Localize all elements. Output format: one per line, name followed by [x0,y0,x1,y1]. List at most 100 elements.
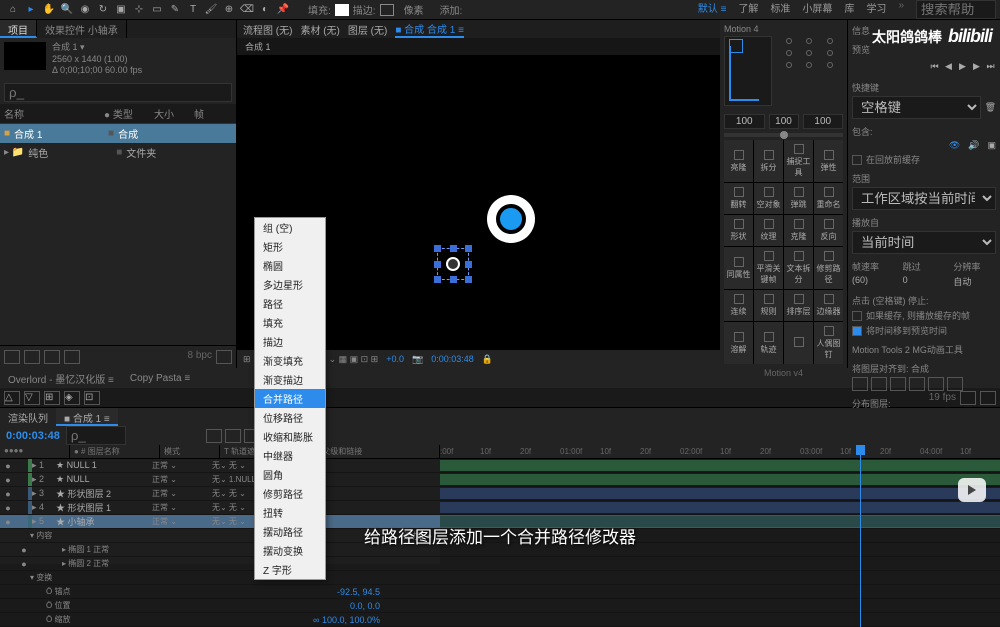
ctx-item-12[interactable]: 中继器 [255,446,325,465]
first-frame-icon[interactable]: ⏮ [929,61,940,72]
align-hcenter-icon[interactable] [871,377,887,391]
selection-box[interactable] [437,248,469,280]
audio-icon[interactable]: 🔊 [968,140,979,151]
mini-play-button[interactable] [958,478,986,502]
ctx-item-17[interactable]: 摆动变换 [255,541,325,560]
align-left-icon[interactable] [852,377,868,391]
home-icon[interactable]: ⌂ [4,1,22,19]
ws-small[interactable]: 小屏幕 [802,0,832,19]
brush-tool[interactable]: 🖌 [202,1,220,19]
comp-timeline-tab[interactable]: ■ 合成 1 ≡ [56,408,118,426]
trash-icon[interactable]: 🗑 [985,102,996,113]
ws-standard[interactable]: 标准 [770,0,790,19]
hand-tool[interactable]: ✋ [40,1,58,19]
ws-study[interactable]: 学习 [866,0,886,19]
skip-value[interactable]: 0 [903,275,946,285]
col-name[interactable]: 名称 [4,106,104,121]
project-search[interactable] [4,83,232,102]
ctx-item-16[interactable]: 摆动路径 [255,522,325,541]
layer-row[interactable]: ●▸ 3★ 形状图层 2正常 ⌄无⌄ 无 ⌄⊙ 2.NULL ⌄ [0,487,440,501]
ctx-item-3[interactable]: 多边星形 [255,275,325,294]
ctx-item-11[interactable]: 收缩和膨胀 [255,427,325,446]
new-folder-icon[interactable] [64,350,80,364]
layer-row[interactable]: ●▸ 2★ NULL正常 ⌄无⌄ 1.NULL 1 ⌄⊙ 无 ⌄ [0,473,440,487]
ctx-item-0[interactable]: 组 (空) [255,218,325,237]
tl-icon-1[interactable] [206,429,222,443]
current-time[interactable]: 0:00:03:48 [0,430,66,442]
ctx-item-9[interactable]: 合并路径 [255,389,325,408]
playfrom-select[interactable]: 当前时间 [852,231,996,254]
play-icon[interactable]: ▶ [957,61,968,72]
ctx-item-10[interactable]: 位移路径 [255,408,325,427]
ctx-item-13[interactable]: 圆角 [255,465,325,484]
effects-tab[interactable]: 效果控件 小轴承 [37,20,127,38]
pen-tool[interactable]: ✎ [166,1,184,19]
vt-footage[interactable]: 素材 (无) [300,22,339,37]
btn-split[interactable]: 拆分 [754,140,783,182]
zoom-tool[interactable]: 🔍 [58,1,76,19]
ease-slider[interactable] [724,133,843,137]
bin-icon[interactable] [24,350,40,364]
btn-null[interactable]: 空对象 [754,183,783,214]
copypasta-tab[interactable]: Copy Pasta ≡ [122,371,198,386]
ctx-item-8[interactable]: 渐变描边 [255,370,325,389]
ws-lib[interactable]: 库 [844,0,854,19]
align-right-icon[interactable] [890,377,906,391]
btn-dissolve[interactable]: 溶解 [724,322,753,364]
exposure[interactable]: +0.0 [386,354,404,364]
ctx-item-5[interactable]: 填充 [255,313,325,332]
selection-tool[interactable]: ▸ [22,1,40,19]
layer-row[interactable]: ●▸ 4★ 形状图层 1正常 ⌄无⌄ 无 ⌄⊙ 2.NULL ⌄ [0,501,440,515]
btn-sort[interactable]: 排序层 [784,290,813,321]
col-fr[interactable]: 帧 [194,106,204,121]
shape-circle-large[interactable] [487,195,535,243]
vt-comp[interactable]: ■ 合成 合成 1 ≡ [395,21,464,38]
res-value[interactable]: 自动 [953,275,996,288]
rect-tool[interactable]: ▭ [148,1,166,19]
fps-value[interactable]: (60) [852,275,895,285]
btn-reverse[interactable]: 反向 [814,215,843,246]
cache-checkbox[interactable] [852,155,862,165]
tool-2[interactable]: ▽ [24,391,40,405]
overlay-icon[interactable]: ▣ [987,140,996,151]
tool-3[interactable]: ⊞ [44,391,60,405]
prev-frame-icon[interactable]: ◀ [943,61,954,72]
tool-r1[interactable] [960,391,976,405]
new-comp-icon[interactable] [44,350,60,364]
fill-swatch[interactable] [335,4,349,16]
project-item-comp[interactable]: ■ 合成 1 ■ 合成 [0,124,236,143]
project-tab[interactable]: 项目 [0,20,37,38]
btn-text[interactable]: 文本拆分 [784,247,813,289]
last-frame-icon[interactable]: ⏭ [985,61,996,72]
align-top-icon[interactable] [909,377,925,391]
tool-r2[interactable] [980,391,996,405]
btn-shape[interactable]: 形状 [724,215,753,246]
btn-flip[interactable]: 翻转 [724,183,753,214]
help-search[interactable] [916,0,996,19]
btn-texture[interactable]: 纹理 [754,215,783,246]
range-select[interactable]: 工作区域按当前时间延伸 [852,187,996,210]
text-tool[interactable]: T [184,1,202,19]
btn-clone[interactable]: 亮隆 [724,140,753,182]
tl-icon-2[interactable] [225,429,241,443]
ctx-item-14[interactable]: 修剪路径 [255,484,325,503]
eraser-tool[interactable]: ⌫ [238,1,256,19]
btn-puppet[interactable]: 人偶图钉 [814,322,843,364]
btn-edge[interactable]: 边缘器 [814,290,843,321]
ease-in[interactable]: 100 [724,114,765,129]
ws-default[interactable]: 默认 ≡ [698,0,727,19]
rotate-tool[interactable]: ↻ [94,1,112,19]
btn-blank[interactable] [784,322,813,364]
pin-tool[interactable]: 📌 [274,1,292,19]
col-size[interactable]: 大小 [154,106,194,121]
playhead[interactable] [860,445,861,627]
stamp-tool[interactable]: ⊕ [220,1,238,19]
interpret-icon[interactable] [4,350,20,364]
btn-trim[interactable]: 修剪路径 [814,247,843,289]
trash-icon[interactable] [216,350,232,364]
btn-elastic[interactable]: 弹性 [814,140,843,182]
btn-smooth[interactable]: 平滑关键帧 [754,247,783,289]
next-frame-icon[interactable]: ▶ [971,61,982,72]
tool-5[interactable]: ⊡ [84,391,100,405]
vt-flow[interactable]: 流程图 (无) [243,22,292,37]
